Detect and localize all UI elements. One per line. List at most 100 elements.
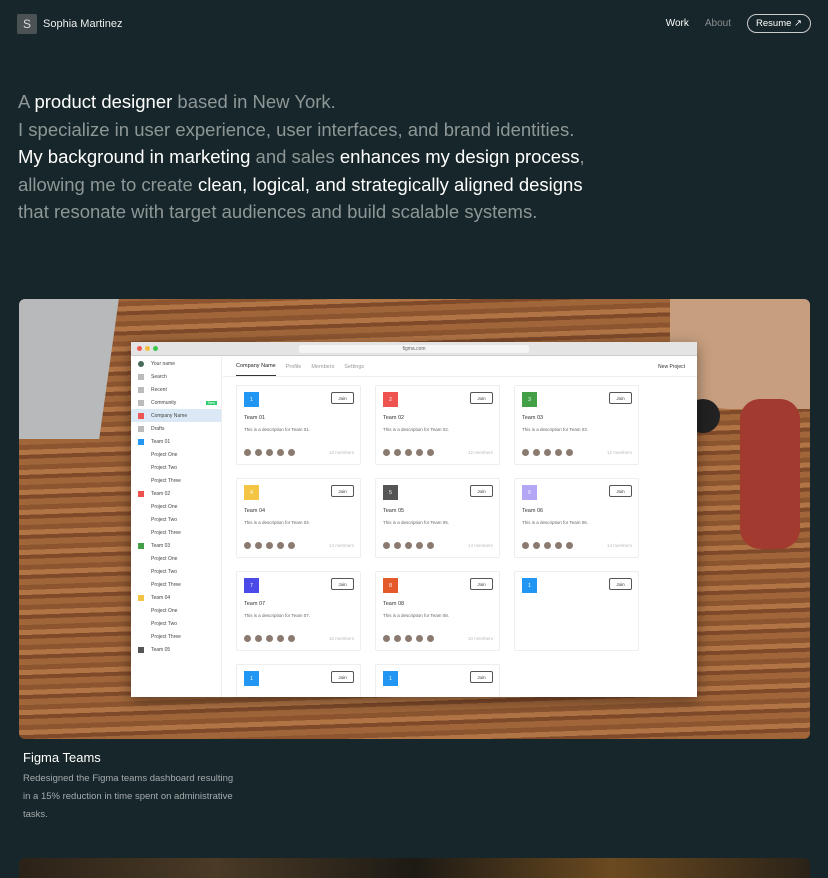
team-number-badge: 1 xyxy=(383,671,398,686)
hero-text-segment: , xyxy=(579,146,585,167)
avatar xyxy=(394,449,401,456)
join-button: Join xyxy=(470,671,493,683)
hero-text-segment: A xyxy=(18,91,35,112)
new-project-button: New Project xyxy=(658,364,685,370)
avatar xyxy=(266,635,273,642)
avatar xyxy=(288,542,295,549)
avatar xyxy=(255,542,262,549)
member-count: 12 members xyxy=(328,450,354,455)
member-avatars xyxy=(522,542,573,549)
nav-work[interactable]: Work xyxy=(666,18,689,29)
team-card: 6 Join Team 06 This is a description for… xyxy=(514,478,639,558)
tab-company-name: Company Name xyxy=(236,357,276,376)
sidebar-label: Your name xyxy=(151,360,175,367)
join-button: Join xyxy=(470,485,493,497)
sidebar-team: Team 01 xyxy=(131,435,221,448)
nav-about[interactable]: About xyxy=(705,18,731,29)
project-description: Redesigned the Figma teams dashboard res… xyxy=(23,773,234,820)
team-number-badge: 1 xyxy=(244,392,259,407)
sidebar-label: Company Name xyxy=(151,412,188,419)
member-avatars xyxy=(244,449,295,456)
team-description: This is a description for Team 08. xyxy=(383,613,449,618)
sidebar-user: Your name xyxy=(131,357,221,370)
project-title[interactable]: Figma Teams xyxy=(23,750,243,765)
sidebar-company: Company Name xyxy=(131,409,221,422)
team-number-badge: 7 xyxy=(244,578,259,593)
sidebar-drafts: Drafts xyxy=(131,422,221,435)
team-card: 7 Join Team 07 This is a description for… xyxy=(236,571,361,651)
team-color-icon xyxy=(138,438,144,445)
avatar xyxy=(255,449,262,456)
hero-text-segment: that resonate with target audiences and … xyxy=(18,201,538,222)
hero-highlight: enhances my design process xyxy=(339,146,580,167)
hero-highlight: product designer xyxy=(34,91,173,112)
sidebar-label: Project Three xyxy=(151,529,181,536)
team-card: 2 Join Team 02 This is a description for… xyxy=(375,385,500,465)
team-card: 1 Join xyxy=(514,571,639,651)
avatar xyxy=(244,542,251,549)
sidebar-team: Team 02 xyxy=(131,487,221,500)
resume-button[interactable]: Resume ↗ xyxy=(747,14,811,33)
team-description: This is a description for Team 02. xyxy=(383,427,449,432)
team-color-icon xyxy=(138,646,144,653)
hero-text-segment: based in New York. xyxy=(172,91,336,112)
minimize-dot-icon xyxy=(145,346,150,351)
sidebar-project: Project Two xyxy=(131,461,221,474)
team-color-icon xyxy=(138,594,144,601)
hero-text-segment: allowing me to create xyxy=(18,173,198,195)
member-count: 14 members xyxy=(606,543,632,548)
sidebar-project: Project Two xyxy=(131,565,221,578)
avatar xyxy=(405,449,412,456)
team-card: 8 Join Team 08 This is a description for… xyxy=(375,571,500,651)
sidebar-label: Project One xyxy=(151,503,178,510)
team-card: 4 Join Team 04 This is a description for… xyxy=(236,478,361,558)
sidebar-label: Team 02 xyxy=(151,490,171,497)
project-image-figma-teams[interactable]: figma.com Your name Search Recent Community… xyxy=(19,299,810,739)
team-name: Team 02 xyxy=(383,415,405,421)
hero-highlight: clean, logical, and strategically aligne… xyxy=(197,173,583,195)
sidebar-label: Search xyxy=(151,373,167,380)
mock-sidebar: Your name Search Recent Community New Company… xyxy=(131,357,222,697)
avatar xyxy=(522,542,529,549)
laptop-decor xyxy=(19,299,119,439)
team-number-badge: 6 xyxy=(522,485,537,500)
team-name: Team 07 xyxy=(244,601,266,607)
avatar xyxy=(544,542,551,549)
team-number-badge: 3 xyxy=(522,392,537,407)
join-button: Join xyxy=(331,671,354,683)
avatar xyxy=(383,635,390,642)
sidebar-project: Project Three xyxy=(131,578,221,591)
logo[interactable]: S xyxy=(17,13,37,34)
site-name[interactable]: Sophia Martinez xyxy=(43,18,123,30)
team-description: This is a description for Team 07. xyxy=(244,613,310,618)
join-button: Join xyxy=(331,578,354,590)
avatar xyxy=(277,635,284,642)
member-avatars xyxy=(522,449,573,456)
browser-toolbar: figma.com xyxy=(131,342,697,356)
avatar xyxy=(244,449,251,456)
team-color-icon xyxy=(138,412,144,419)
team-card: 1 Join Team 01 This is a description for… xyxy=(236,385,361,465)
toy-car-decor xyxy=(740,399,800,549)
sidebar-project: Project Three xyxy=(131,526,221,539)
avatar xyxy=(394,635,401,642)
team-name: Team 03 xyxy=(522,415,544,421)
sidebar-label: Recent xyxy=(151,386,167,393)
next-project-image[interactable] xyxy=(19,858,810,878)
sidebar-project: Project One xyxy=(131,448,221,461)
sidebar-label: Project One xyxy=(151,555,178,562)
avatar xyxy=(533,449,540,456)
avatar xyxy=(544,449,551,456)
team-color-icon xyxy=(138,399,144,406)
member-count: 14 members xyxy=(328,543,354,548)
member-count: 10 members xyxy=(328,636,354,641)
avatar xyxy=(427,635,434,642)
browser-mockup: figma.com Your name Search Recent Community… xyxy=(131,342,697,697)
sidebar-project: Project Two xyxy=(131,617,221,630)
top-nav: S Sophia Martinez Work About Resume ↗ xyxy=(17,13,811,34)
team-card: 5 Join Team 05 This is a description for… xyxy=(375,478,500,558)
hero-highlight: My background in marketing xyxy=(18,146,251,167)
member-avatars xyxy=(383,635,434,642)
avatar xyxy=(566,542,573,549)
sidebar-project: Project Two xyxy=(131,513,221,526)
